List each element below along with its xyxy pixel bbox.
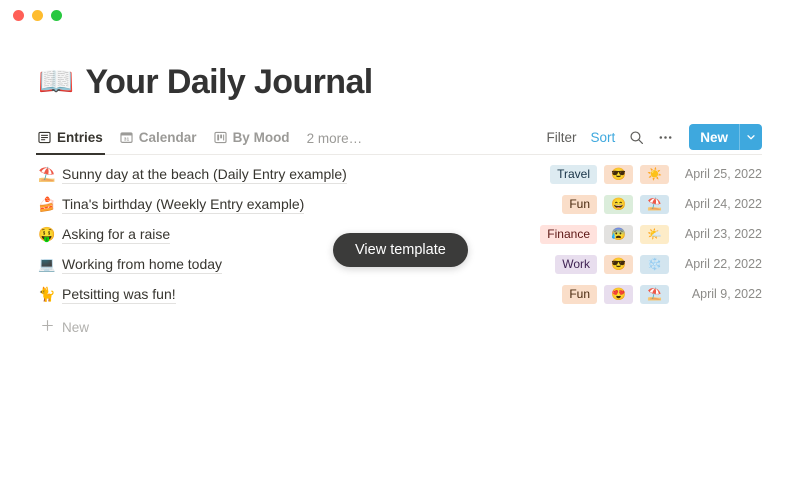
chevron-down-icon[interactable] <box>739 124 762 150</box>
mood-chip: 😄 <box>604 194 633 214</box>
view-tabs: Entries 31 Calendar By Mood 2 more… <box>36 122 363 155</box>
add-new-row-label: New <box>62 319 90 335</box>
row-icon: 💻 <box>38 256 56 272</box>
svg-text:31: 31 <box>124 136 130 142</box>
row-icon: 🍰 <box>38 196 56 212</box>
row-icon: 🤑 <box>38 226 56 242</box>
mood-chip: 😎 <box>604 164 633 184</box>
tab-calendar-label: Calendar <box>138 130 197 145</box>
row-date: April 25, 2022 <box>684 167 762 181</box>
row-date: April 22, 2022 <box>684 257 762 271</box>
filter-button[interactable]: Filter <box>546 130 576 145</box>
view-tabbar: Entries 31 Calendar By Mood 2 more… Filt… <box>36 122 762 155</box>
row-title[interactable]: Petsitting was fun! <box>62 285 176 304</box>
add-new-row-button[interactable]: New <box>38 312 762 342</box>
mood-chip: 😍 <box>604 284 633 304</box>
tag-badge: Work <box>555 254 597 274</box>
new-button-group[interactable]: New <box>689 124 762 150</box>
row-icon: ⛱️ <box>38 166 56 182</box>
app-window: 📖 Your Daily Journal Entries 31 Calendar… <box>0 0 800 500</box>
board-view-icon <box>213 131 227 144</box>
weather-chip: ❄️ <box>640 254 669 274</box>
row-meta: Fun 😄 ⛱️ April 24, 2022 <box>562 194 762 214</box>
mood-chip: 😎 <box>604 254 633 274</box>
window-titlebar <box>0 0 800 30</box>
row-meta: Work 😎 ❄️ April 22, 2022 <box>555 254 762 274</box>
search-icon[interactable] <box>629 130 644 145</box>
calendar-icon: 31 <box>120 131 133 144</box>
sort-button[interactable]: Sort <box>590 130 615 145</box>
row-title[interactable]: Asking for a raise <box>62 225 171 244</box>
table-row[interactable]: 🐈 Petsitting was fun! Fun 😍 ⛱️ April 9, … <box>38 279 762 309</box>
row-meta: Finance 😰 🌤️ April 23, 2022 <box>540 224 762 244</box>
tag-badge: Fun <box>562 284 597 304</box>
page-content: 📖 Your Daily Journal Entries 31 Calendar… <box>0 63 800 342</box>
page-title: 📖 Your Daily Journal <box>38 63 762 102</box>
page-title-text: Your Daily Journal <box>85 63 374 101</box>
row-date: April 24, 2022 <box>684 197 762 211</box>
tabs-more-button[interactable]: 2 more… <box>307 122 363 154</box>
tag-badge: Travel <box>550 164 597 184</box>
tab-by-mood-label: By Mood <box>232 130 290 145</box>
minimize-window-button[interactable] <box>32 9 43 21</box>
tab-calendar[interactable]: 31 Calendar <box>120 122 197 154</box>
plus-icon <box>41 319 54 335</box>
view-template-button[interactable]: View template <box>333 233 468 267</box>
list-view-icon <box>38 131 51 144</box>
row-date: April 23, 2022 <box>684 227 762 241</box>
database-toolbar: Filter Sort New <box>546 124 762 154</box>
close-window-button[interactable] <box>13 9 24 21</box>
row-date: April 9, 2022 <box>691 287 762 301</box>
table-row[interactable]: ⛱️ Sunny day at the beach (Daily Entry e… <box>38 159 762 189</box>
row-icon: 🐈 <box>38 286 56 302</box>
weather-chip: ⛱️ <box>640 194 669 214</box>
row-title[interactable]: Working from home today <box>62 255 223 274</box>
tag-badge: Finance <box>540 224 597 244</box>
tab-entries-label: Entries <box>57 130 103 145</box>
row-title[interactable]: Tina's birthday (Weekly Entry example) <box>62 195 305 214</box>
ellipsis-icon[interactable] <box>658 130 673 145</box>
mood-chip: 😰 <box>604 224 633 244</box>
row-title[interactable]: Sunny day at the beach (Daily Entry exam… <box>62 165 347 184</box>
new-button[interactable]: New <box>689 124 739 150</box>
tag-badge: Fun <box>562 194 597 214</box>
row-meta: Travel 😎 ☀️ April 25, 2022 <box>550 164 762 184</box>
tab-by-mood[interactable]: By Mood <box>213 122 290 154</box>
weather-chip: 🌤️ <box>640 224 669 244</box>
tab-entries[interactable]: Entries <box>36 122 105 155</box>
row-meta: Fun 😍 ⛱️ April 9, 2022 <box>562 284 762 304</box>
weather-chip: ⛱️ <box>640 284 669 304</box>
table-row[interactable]: 🍰 Tina's birthday (Weekly Entry example)… <box>38 189 762 219</box>
zoom-window-button[interactable] <box>51 9 62 21</box>
book-icon: 📖 <box>38 66 74 98</box>
weather-chip: ☀️ <box>640 164 669 184</box>
